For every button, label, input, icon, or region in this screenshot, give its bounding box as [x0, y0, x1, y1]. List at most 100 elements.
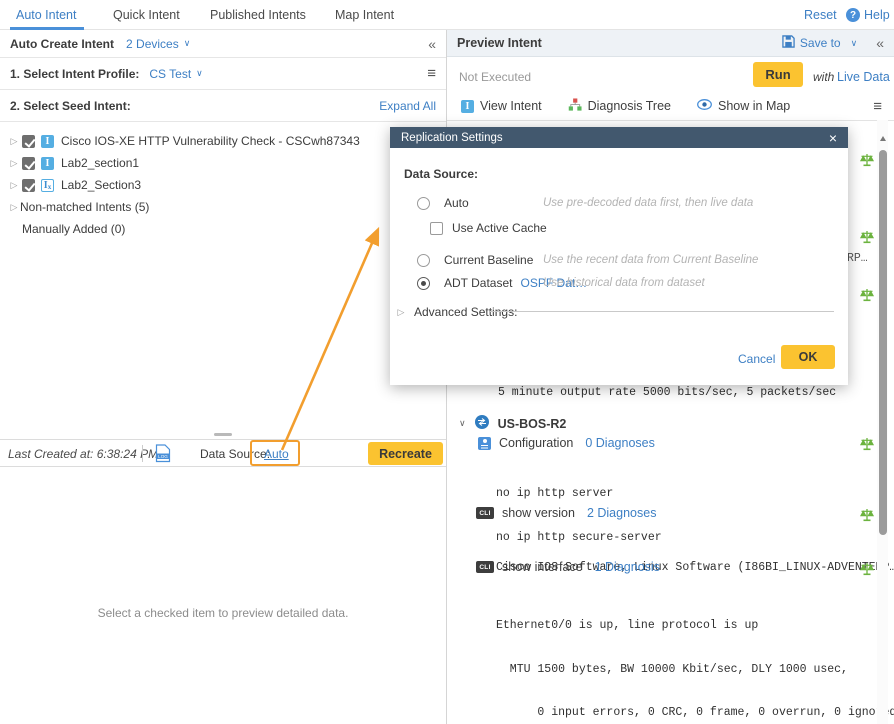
tree-row: ▷ Non-matched Intents (5) — [0, 196, 440, 218]
intent-icon: I — [461, 100, 474, 113]
devices-link[interactable]: 2 Devices — [126, 37, 179, 51]
collapse-preview-icon[interactable]: « — [876, 35, 884, 51]
collapse-left-panel-icon[interactable]: « — [428, 36, 436, 52]
option-adt-desc: Use historical data from dataset — [543, 277, 705, 289]
diagnosis-compare-icon[interactable] — [859, 561, 875, 577]
tab-view-intent[interactable]: I View Intent — [461, 99, 542, 113]
use-active-cache-checkbox[interactable] — [430, 222, 443, 235]
radio-current-baseline[interactable] — [417, 254, 430, 267]
device-name[interactable]: US-BOS-R2 — [498, 417, 567, 431]
section-title: Configuration — [499, 436, 573, 450]
preview-menu-icon[interactable]: ≡ — [873, 98, 882, 115]
scrollbar-thumb[interactable] — [879, 150, 887, 535]
section-row: CLI show interface 1 Diagnosis — [476, 560, 660, 574]
option-current-baseline: Current Baseline — [417, 253, 533, 267]
svg-text:LOG: LOG — [158, 454, 168, 459]
tree-item-label[interactable]: Cisco IOS-XE HTTP Vulnerability Check - … — [61, 134, 360, 148]
recreate-button[interactable]: Recreate — [368, 442, 443, 465]
modal-data-source-label: Data Source: — [404, 167, 478, 181]
option-label[interactable]: Current Baseline — [444, 253, 533, 267]
last-created-label: Last Created at: 6:38:24 PM — [8, 447, 158, 461]
panel-title: Auto Create Intent — [10, 37, 114, 51]
tree-item-label[interactable]: Manually Added (0) — [22, 222, 125, 236]
diagnosis-compare-icon[interactable] — [859, 229, 875, 245]
scrolled-output-line: 5 minute output rate 5000 bits/sec, 5 pa… — [498, 386, 836, 401]
configuration-icon — [478, 437, 491, 450]
chevron-down-icon: ∨ — [851, 38, 858, 49]
data-source-label: Data Source: — [200, 447, 270, 461]
cancel-button[interactable]: Cancel — [738, 352, 775, 366]
preview-header: Preview Intent Save to ∨ « — [447, 30, 894, 57]
expand-arrow-icon[interactable]: ▷ — [8, 158, 20, 169]
scrollbar-up-arrow[interactable] — [880, 136, 886, 141]
diagnoses-link[interactable]: 0 Diagnoses — [585, 436, 655, 450]
live-data-link[interactable]: Live Data — [837, 70, 890, 84]
tab-show-in-map[interactable]: Show in Map — [697, 99, 790, 113]
help-button[interactable]: ? Help — [846, 0, 890, 30]
diagnoses-link[interactable]: 1 Diagnosis — [595, 560, 660, 574]
intent-profile-row: 1. Select Intent Profile: CS Test ∨ ≡ — [0, 58, 446, 90]
tree-item-label[interactable]: Lab2_Section3 — [61, 178, 141, 192]
option-label[interactable]: Auto — [444, 196, 469, 210]
intent-x-icon: Ix — [41, 179, 54, 192]
empty-hint: Select a checked item to preview detaile… — [0, 606, 446, 620]
intent-checkbox[interactable] — [22, 157, 35, 170]
tab-diagnosis-tree[interactable]: Diagnosis Tree — [568, 98, 671, 115]
tab-quick-intent[interactable]: Quick Intent — [113, 0, 180, 30]
help-icon: ? — [846, 8, 860, 22]
expand-arrow-icon[interactable]: ▷ — [8, 202, 20, 213]
cli-icon: CLI — [476, 507, 494, 519]
option-auto-desc: Use pre-decoded data first, then live da… — [543, 197, 753, 209]
save-to-button[interactable]: Save to — [800, 36, 841, 50]
close-icon[interactable]: × — [829, 130, 837, 146]
expand-arrow-icon[interactable]: ▷ — [8, 136, 20, 147]
preview-title: Preview Intent — [457, 36, 542, 50]
data-source-auto-link[interactable]: Auto — [264, 447, 289, 461]
profile-label: 1. Select Intent Profile: — [10, 67, 139, 81]
option-auto: Auto — [417, 196, 469, 210]
tree-item-label[interactable]: Lab2_section1 — [61, 156, 139, 170]
expand-arrow-icon[interactable]: ▷ — [8, 180, 20, 191]
run-button[interactable]: Run — [753, 62, 803, 87]
option-label[interactable]: Use Active Cache — [448, 221, 547, 235]
profile-menu-icon[interactable]: ≡ — [427, 65, 436, 82]
diagnosis-compare-icon[interactable] — [859, 436, 875, 452]
preview-tab-bar: I View Intent Diagnosis Tree — [447, 92, 894, 121]
diagnosis-compare-icon[interactable] — [859, 287, 875, 303]
diagnosis-compare-icon[interactable] — [859, 507, 875, 523]
radio-auto[interactable] — [417, 197, 430, 210]
chevron-down-icon: ∨ — [184, 38, 191, 49]
auto-create-intent-header: Auto Create Intent 2 Devices ∨ « — [0, 30, 446, 58]
reset-button[interactable]: Reset — [804, 0, 837, 30]
save-icon — [782, 35, 795, 51]
expand-all-link[interactable]: Expand All — [379, 99, 436, 113]
diagnoses-link[interactable]: 2 Diagnoses — [587, 506, 657, 520]
profile-select[interactable]: CS Test — [149, 67, 191, 81]
dialog-header[interactable]: Replication Settings × — [390, 127, 848, 148]
tree-row: ▷ Ix Lab2_Section3 — [0, 174, 440, 196]
option-current-baseline-desc: Use the recent data from Current Baselin… — [543, 254, 758, 266]
intent-checkbox[interactable] — [22, 179, 35, 192]
collapse-arrow-icon[interactable]: ∨ — [459, 418, 466, 429]
top-tab-bar: Auto Intent Quick Intent Published Inten… — [0, 0, 894, 30]
section-row: CLI show version 2 Diagnoses — [476, 506, 656, 520]
splitter-handle[interactable] — [214, 433, 232, 436]
diagnosis-compare-icon[interactable] — [859, 152, 875, 168]
device-icon — [474, 414, 490, 433]
intent-checkbox[interactable] — [22, 135, 35, 148]
tab-published-intents[interactable]: Published Intents — [210, 0, 306, 30]
execution-status: Not Executed — [459, 70, 531, 84]
radio-adt-dataset[interactable] — [417, 277, 430, 290]
ok-button[interactable]: OK — [781, 345, 835, 369]
advanced-settings-toggle[interactable]: ▷ Advanced Settings: — [395, 305, 517, 319]
tree-row: ▷ I Lab2_section1 — [0, 152, 440, 174]
intent-icon: I — [41, 157, 54, 170]
advanced-settings-label: Advanced Settings: — [414, 305, 517, 319]
tree-item-label[interactable]: Non-matched Intents (5) — [20, 200, 149, 214]
log-icon[interactable]: LOG — [155, 444, 171, 466]
tab-map-intent[interactable]: Map Intent — [335, 0, 394, 30]
seed-intent-row: 2. Select Seed Intent: Expand All — [0, 90, 446, 122]
with-label: with — [813, 70, 834, 84]
option-label[interactable]: ADT Dataset — [444, 276, 512, 290]
tab-auto-intent[interactable]: Auto Intent — [16, 0, 76, 30]
